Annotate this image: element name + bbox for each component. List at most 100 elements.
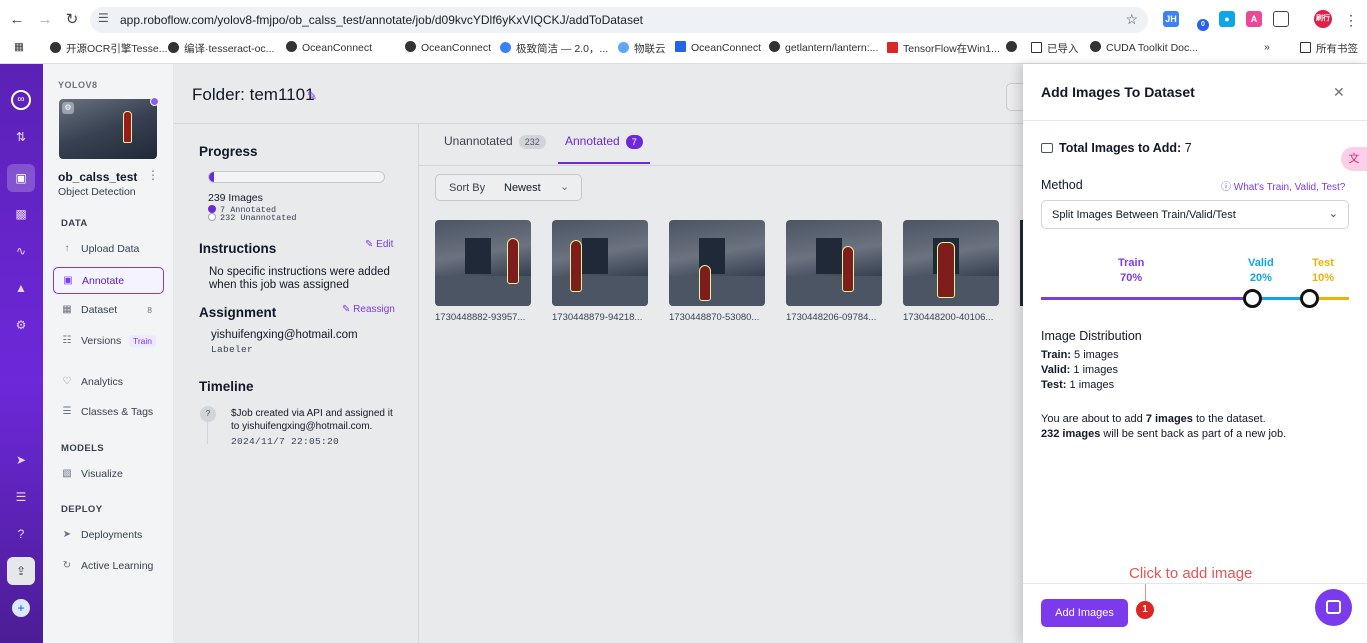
sidebar-item-label: Dataset [81,304,118,316]
browser-menu-icon[interactable]: ⋮ [1340,9,1362,31]
image-filename: 1730448879-94218... [552,312,643,323]
bookmark-item[interactable]: OceanConnect [286,41,372,54]
bookmark-item[interactable]: 编译·tesseract-oc... [168,41,274,56]
bookmark-item[interactable]: 极致简洁 — 2.0，... [500,41,608,56]
translate-float-icon[interactable]: 文 [1341,147,1367,171]
bookmark-item[interactable]: OceanConnect [675,41,761,54]
bell-icon[interactable]: ▲ [12,279,30,297]
address-bar[interactable]: ☰ app.roboflow.com/yolov8-fmjpo/ob_calss… [90,7,1148,33]
image-floor [552,276,648,306]
edit-pencil-icon[interactable]: ✎ [307,89,317,103]
upload-icon[interactable]: ⇪ [7,557,35,585]
extensions-puzzle-icon[interactable] [1273,11,1289,27]
library-icon[interactable]: ☰ [12,488,30,506]
reassign-link[interactable]: ✎ Reassign [342,304,395,315]
sort-select[interactable]: Sort By Newest ⌄ [435,174,582,201]
bookmark-star-icon[interactable]: ☆ [1125,11,1138,28]
bookmark-label: 已导入 [1047,43,1079,55]
sidebar-item-visualize[interactable]: ▧ Visualize [53,461,164,488]
summary-return: 232 images will be sent back as part of … [1041,428,1286,440]
split-help-link[interactable]: ⓘ What's Train, Valid, Test? [1221,178,1345,193]
bookmark-label: 编译·tesseract-oc... [184,43,275,55]
image-card[interactable]: 1730448200-40106... [903,220,999,323]
more-bookmarks-icon[interactable]: » [1264,41,1270,53]
sidebar-item-active-learning[interactable]: ↻ Active Learning [53,553,164,580]
profile-avatar[interactable]: 刷行 [1314,10,1332,28]
annotate-icon: ▣ [63,275,73,286]
image-card[interactable]: 1730448882-93957... [435,220,531,323]
bookmark-item[interactable] [1006,41,1022,54]
back-icon[interactable]: ← [6,9,28,31]
sidebar-item-analytics[interactable]: ♡ Analytics [53,369,164,396]
apps-grid-icon[interactable]: ▦ [14,41,24,53]
sort-arrows-icon[interactable]: ⇅ [12,128,30,146]
image-filename: 1730448882-93957... [435,312,526,323]
tabs-divider [419,165,1023,166]
drawer-title: Add Images To Dataset [1041,84,1195,100]
footer-divider [1023,583,1367,584]
bookmark-item[interactable]: getlantern/lantern:... [769,41,878,54]
help-icon[interactable]: ? [12,525,30,543]
project-thumbnail[interactable]: ⚙ [59,99,157,159]
bookmark-folder[interactable]: 已导入 [1031,41,1079,56]
bookmark-item[interactable]: TensorFlow在Win1... [887,41,1000,56]
chevron-down-icon: ⌄ [1328,208,1338,220]
forward-icon[interactable]: → [34,9,56,31]
sidebar-item-versions[interactable]: ☷ Versions Train [53,328,164,355]
drawer-divider [1023,120,1367,121]
section-deploy: DEPLOY [61,504,103,515]
image-filename: 1730448206-09784... [786,312,877,323]
user-avatar[interactable]: + [12,599,30,617]
settings-icon[interactable]: ⚙ [12,316,30,334]
sidebar-item-classes[interactable]: ☰ Classes & Tags [53,399,164,426]
workflow-icon[interactable]: ▩ [12,205,30,223]
globe-icon [286,41,297,52]
chat-support-button[interactable] [1315,589,1352,626]
dataset-count: 8 [147,305,152,315]
github-icon [769,41,780,52]
all-bookmarks[interactable]: 所有书签 [1300,41,1358,56]
inbox-icon[interactable]: ▣ [7,164,35,192]
edit-instructions-link[interactable]: ✎ Edit [365,239,393,250]
sidebar-item-dataset[interactable]: ▦ Dataset 8 [53,297,164,324]
project-settings-icon[interactable]: ⚙ [62,102,74,114]
timeline-question-icon: ? [200,406,216,422]
image-floor [786,276,882,306]
sidebar-item-annotate[interactable]: ▣ Annotate [53,267,164,294]
chat-icon [1326,600,1341,614]
close-icon[interactable]: ✕ [1333,84,1345,101]
add-images-button[interactable]: Add Images [1041,599,1128,627]
image-thumbnail [669,220,765,306]
bookmark-item[interactable]: OceanConnect [405,41,491,54]
image-card[interactable]: 1730448206-09784... [786,220,882,323]
distribution-title: Image Distribution [1041,329,1142,343]
bookmark-item[interactable]: CUDA Toolkit Doc... [1090,41,1198,54]
bookmark-label: OceanConnect [421,42,492,54]
roboflow-logo-icon[interactable]: ∞ [11,90,31,110]
sidebar-item-deployments[interactable]: ➤ Deployments [53,522,164,549]
images-panel: Unannotated 232 Annotated 7 Sort By Newest… [419,124,1023,643]
analytics-icon[interactable]: ∿ [12,242,30,260]
reload-icon[interactable]: ↻ [61,9,83,31]
image-card[interactable]: 1730448870-53080... [669,220,765,323]
url-text: app.roboflow.com/yolov8-fmjpo/ob_calss_t… [120,13,643,27]
bookmark-item[interactable]: 物联云 [618,41,666,56]
extension-icon-jh[interactable]: JH [1163,11,1179,27]
extension-icon-chat[interactable]: ● [1219,11,1235,27]
bookmark-label: getlantern/lantern:... [785,42,879,54]
bookmark-item[interactable]: 开源OCR引擎Tesse... [50,41,168,56]
project-menu-icon[interactable]: ⋮ [147,168,159,182]
site-info-icon[interactable]: ☰ [98,11,109,25]
method-select[interactable]: Split Images Between Train/Valid/Test ⌄ [1041,200,1349,229]
bookmarks-bar: ▦ 开源OCR引擎Tesse... 编译·tesseract-oc... Oce… [0,38,1367,60]
tab-unannotated[interactable]: Unannotated 232 [444,134,546,164]
extension-icon-translate[interactable]: A [1246,11,1262,27]
tab-annotated[interactable]: Annotated 7 [558,134,650,164]
image-thumbnail [903,220,999,306]
image-card[interactable]: 1730448879-94218... [552,220,648,323]
valid-test-slider-handle[interactable] [1300,289,1319,308]
sidebar-item-upload[interactable]: ↑ Upload Data [53,236,164,263]
dist-test: Test: 1 images [1041,379,1114,391]
train-valid-slider-handle[interactable] [1243,289,1262,308]
rocket-icon[interactable]: ➤ [12,451,30,469]
